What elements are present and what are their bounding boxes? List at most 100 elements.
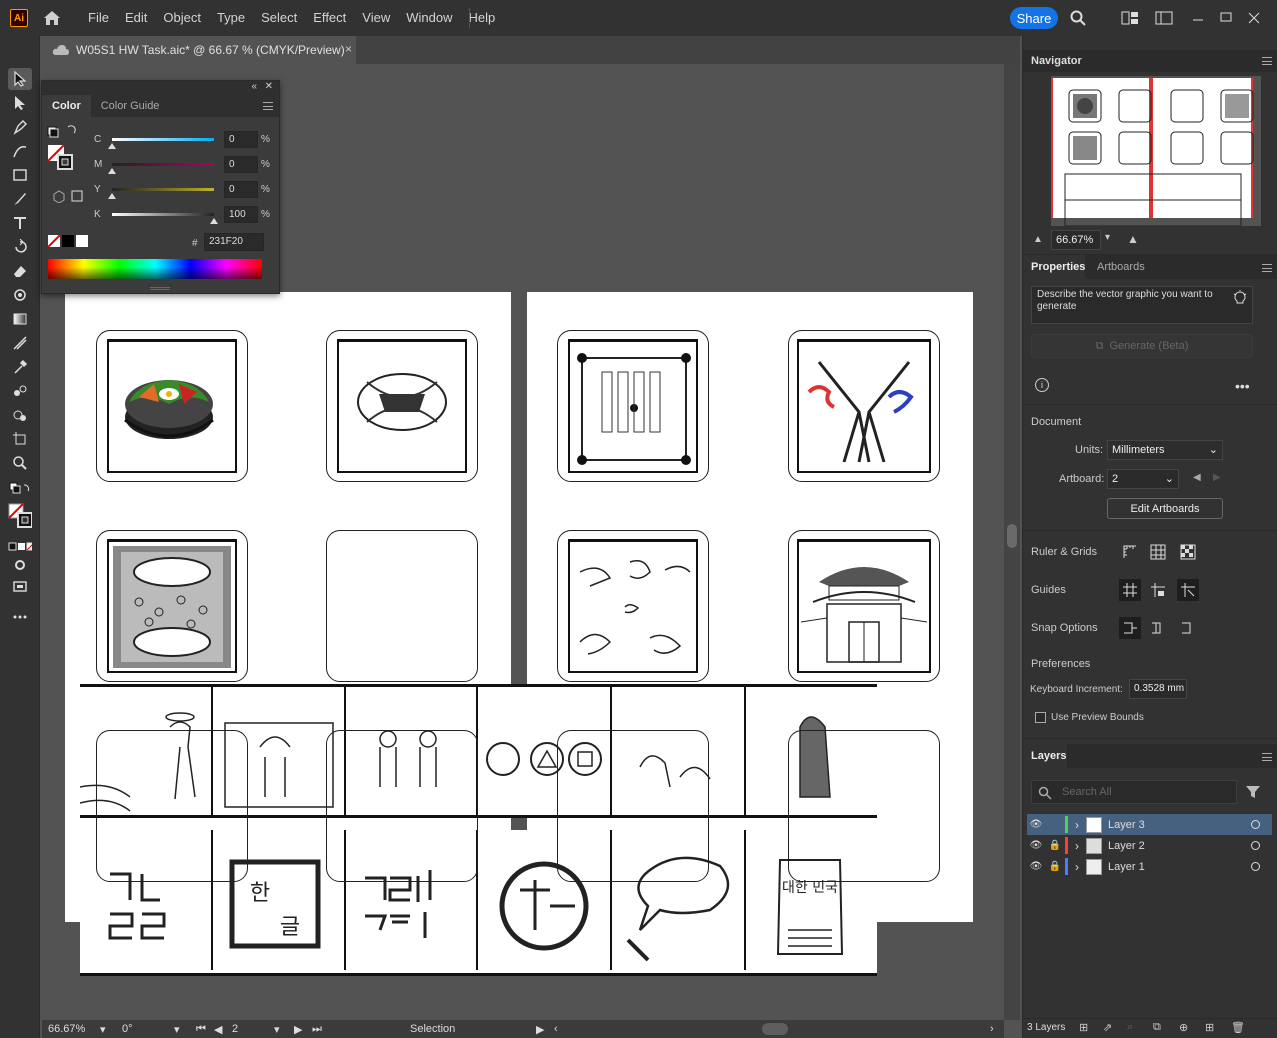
card-palace[interactable] [788, 530, 940, 682]
horizontal-scroll-thumb[interactable] [762, 1023, 788, 1035]
navigator-menu-icon[interactable] [1262, 57, 1272, 65]
maximize-icon[interactable] [1216, 8, 1236, 28]
info-icon[interactable]: i [1035, 378, 1049, 392]
visibility-eye-icon[interactable]: 👁 [1027, 840, 1045, 851]
previous-artboard-arrow-icon[interactable]: ◀ [1193, 472, 1201, 483]
transparency-grid-icon[interactable] [1177, 541, 1199, 563]
close-tab-icon[interactable]: × [345, 42, 352, 56]
tab-layers[interactable]: Layers [1023, 744, 1067, 768]
expand-chevron-icon[interactable]: › [1068, 839, 1086, 853]
mesh-tool-icon[interactable] [8, 332, 32, 354]
blend-tool-icon[interactable] [8, 380, 32, 402]
pen-tool-icon[interactable] [8, 116, 32, 138]
status-menu-icon[interactable]: ▶ [536, 1022, 544, 1036]
close-panel-icon[interactable]: ✕ [265, 81, 273, 92]
target-circle-icon[interactable] [1251, 841, 1260, 850]
clipping-mask-icon[interactable]: ⧉ [1153, 1021, 1161, 1034]
tab-color-guide[interactable]: Color Guide [91, 95, 170, 117]
generate-button[interactable]: ⧉ Generate (Beta) [1031, 334, 1253, 358]
card-row3-2[interactable] [326, 730, 478, 882]
tab-properties[interactable]: Properties [1023, 255, 1085, 279]
first-artboard-icon[interactable]: ⏮ [196, 1022, 206, 1036]
layer-name[interactable]: Layer 3 [1108, 819, 1251, 831]
new-sublayer-icon[interactable]: ⊕ [1179, 1021, 1188, 1034]
grid-icon[interactable] [1147, 541, 1169, 563]
menu-edit[interactable]: Edit [117, 0, 155, 36]
navigator-zoom-dropdown-icon[interactable]: ▾ [1105, 232, 1110, 243]
workspace-switcher-icon[interactable] [1154, 8, 1174, 28]
layers-menu-icon[interactable] [1262, 753, 1272, 761]
layer-row-3[interactable]: 👁 › Layer 3 [1027, 814, 1272, 835]
menu-window[interactable]: Window [398, 0, 460, 36]
keyboard-increment-input[interactable]: 0.3528 mm [1129, 679, 1187, 699]
color-spectrum[interactable] [48, 259, 262, 279]
filter-icon[interactable] [1245, 784, 1261, 803]
units-dropdown[interactable]: Millimeters ⌄ [1107, 440, 1223, 460]
eyedropper-tool-icon[interactable] [8, 356, 32, 378]
lock-icon[interactable]: 🔒 [1045, 840, 1065, 851]
slider-yellow[interactable]: Y 0 % [42, 181, 281, 201]
artboard-number-field[interactable]: 2 [232, 1022, 262, 1036]
menu-help[interactable]: Help [460, 0, 503, 36]
use-preview-bounds-checkbox[interactable] [1035, 712, 1046, 723]
home-icon[interactable] [42, 8, 62, 28]
layer-row-2[interactable]: 👁 🔒 › Layer 2 [1027, 835, 1272, 856]
lock-guides-icon[interactable] [1147, 579, 1169, 601]
card-sketch-2[interactable] [326, 330, 478, 482]
vertical-scroll-thumb[interactable] [1007, 524, 1017, 548]
curvature-tool-icon[interactable] [8, 140, 32, 162]
last-artboard-icon[interactable]: ⏭ [312, 1022, 322, 1036]
color-panel-menu-icon[interactable] [263, 102, 273, 110]
card-empty[interactable] [326, 530, 478, 682]
lock-icon[interactable]: 🔒 [1045, 861, 1065, 872]
layers-search-input[interactable]: Search All [1031, 780, 1237, 804]
expand-chevron-icon[interactable]: › [1068, 860, 1086, 874]
yellow-value[interactable]: 0 [224, 181, 258, 198]
slider-cyan[interactable]: C 0 % [42, 131, 281, 151]
rotation-dropdown-icon[interactable]: ▾ [174, 1022, 180, 1036]
cyan-value[interactable]: 0 [224, 131, 258, 148]
edit-artboards-button[interactable]: Edit Artboards [1107, 498, 1223, 519]
black-value[interactable]: 100 [224, 206, 258, 223]
card-sketch-3[interactable] [96, 530, 248, 682]
target-circle-icon[interactable] [1251, 820, 1260, 829]
card-row3-4[interactable] [788, 730, 940, 882]
layer-name[interactable]: Layer 1 [1108, 861, 1251, 873]
menu-type[interactable]: Type [209, 0, 253, 36]
zoom-tool-icon[interactable] [8, 452, 32, 474]
layer-row-1[interactable]: 👁 🔒 › Layer 1 [1027, 856, 1272, 877]
card-bibimbap[interactable] [96, 330, 248, 482]
close-window-icon[interactable] [1244, 8, 1264, 28]
export-icon[interactable]: ⇗ [1103, 1021, 1112, 1034]
lightbulb-icon[interactable] [1233, 290, 1247, 309]
collect-export-icon[interactable]: ⊞ [1079, 1021, 1088, 1034]
expand-chevron-icon[interactable]: › [1068, 818, 1086, 832]
next-artboard-arrow-icon[interactable]: ▶ [1213, 472, 1221, 483]
target-circle-icon[interactable] [1251, 862, 1260, 871]
generate-prompt-input[interactable]: Describe the vector graphic you want to … [1031, 286, 1253, 324]
quick-swatches[interactable] [47, 234, 88, 252]
panel-resize-grip[interactable] [150, 287, 170, 290]
new-layer-icon[interactable]: ⊞ [1205, 1021, 1214, 1034]
drawing-mode-icon[interactable] [8, 554, 32, 576]
navigator-preview[interactable] [1051, 76, 1261, 227]
navigator-zoom-field[interactable]: 66.67% [1051, 230, 1101, 250]
menu-file[interactable]: File [80, 0, 117, 36]
document-tab[interactable]: W05S1 HW Task.aic* @ 66.67 % (CMYK/Previ… [42, 36, 356, 64]
more-options-icon[interactable]: ••• [1235, 378, 1250, 394]
screen-mode-icon[interactable] [8, 576, 32, 598]
show-guides-icon[interactable] [1119, 579, 1141, 601]
default-fill-stroke-icon[interactable] [8, 478, 32, 500]
tab-artboards[interactable]: Artboards [1097, 255, 1145, 279]
gradient-tool-icon[interactable] [8, 308, 32, 330]
card-hands[interactable] [557, 530, 709, 682]
search-icon[interactable] [1068, 8, 1088, 28]
card-board-game[interactable] [557, 330, 709, 482]
visibility-eye-icon[interactable]: 👁 [1027, 861, 1045, 872]
direct-selection-tool-icon[interactable] [8, 92, 32, 114]
delete-layer-icon[interactable]: 🗑 [1231, 1021, 1245, 1034]
next-artboard-icon[interactable]: ▶ [294, 1022, 302, 1036]
properties-menu-icon[interactable] [1262, 264, 1272, 272]
card-row3-1[interactable] [96, 730, 248, 882]
smart-guides-icon[interactable] [1177, 579, 1199, 601]
